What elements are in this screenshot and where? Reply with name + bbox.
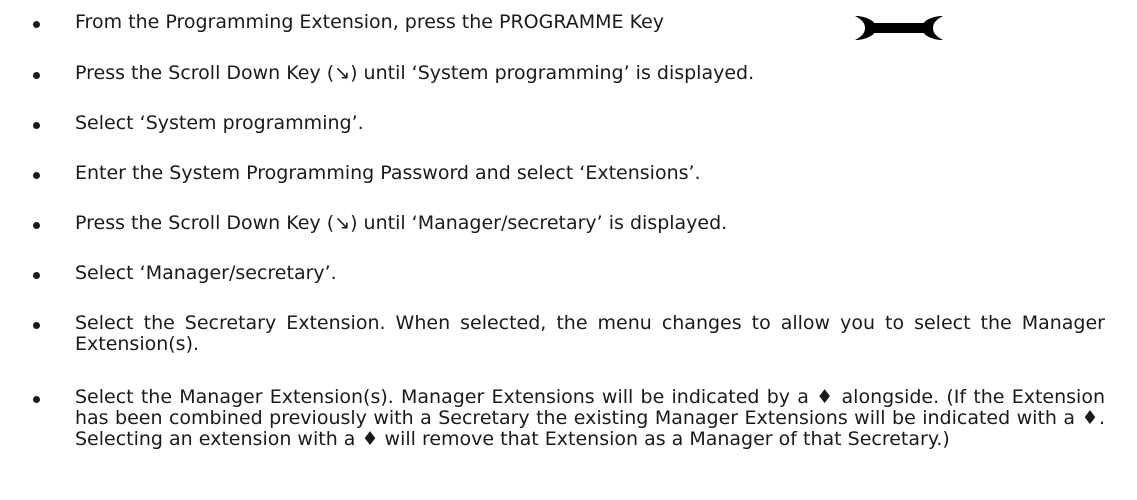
bullet-icon xyxy=(33,172,40,179)
step-text: Enter the System Programming Password an… xyxy=(75,162,701,184)
bullet-icon xyxy=(33,122,40,129)
step-text: Select ‘Manager/secretary’. xyxy=(75,262,337,284)
step-text: Select the Manager Extension(s). Manager… xyxy=(75,386,1105,450)
wrench-icon xyxy=(853,14,945,42)
step-text: From the Programming Extension, press th… xyxy=(75,11,665,33)
bullet-icon xyxy=(33,396,40,403)
bullet-icon xyxy=(33,222,40,229)
step-text: Select ‘System programming’. xyxy=(75,112,364,134)
bullet-icon xyxy=(33,21,40,28)
bullet-icon xyxy=(33,322,40,329)
bullet-icon xyxy=(33,272,40,279)
step-text: Press the Scroll Down Key (↘) until ‘Sys… xyxy=(75,62,755,84)
instruction-document: From the Programming Extension, press th… xyxy=(0,0,1137,500)
bullet-icon xyxy=(33,72,40,79)
step-text: Select the Secretary Extension. When sel… xyxy=(75,312,1105,355)
step-text: Press the Scroll Down Key (↘) until ‘Man… xyxy=(75,212,728,234)
